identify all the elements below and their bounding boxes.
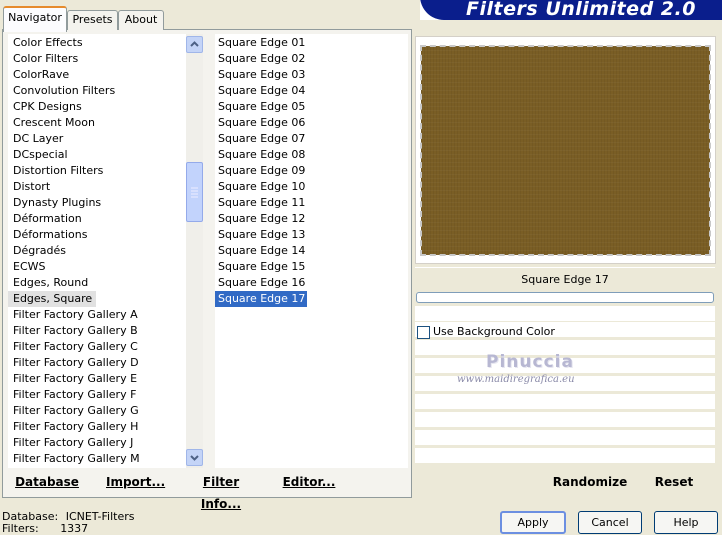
category-item[interactable]: Dégradés: [8, 243, 186, 259]
tab-about[interactable]: About: [118, 10, 164, 30]
reset-button[interactable]: Reset: [650, 471, 698, 493]
filter-item[interactable]: Square Edge 13: [215, 227, 408, 243]
app-title: Filters Unlimited 2.0: [466, 0, 696, 20]
filter-item[interactable]: Square Edge 17: [215, 291, 308, 307]
scroll-up-button[interactable]: [186, 36, 203, 53]
category-item[interactable]: Déformation: [8, 211, 186, 227]
filter-item[interactable]: Square Edge 10: [215, 179, 408, 195]
randomize-button[interactable]: Randomize: [552, 471, 628, 493]
filter-name-label: Square Edge 17: [415, 267, 715, 291]
cancel-button[interactable]: Cancel: [578, 511, 642, 534]
category-item[interactable]: Filter Factory Gallery H: [8, 419, 186, 435]
filter-item[interactable]: Square Edge 07: [215, 131, 408, 147]
filter-item[interactable]: Square Edge 01: [215, 35, 408, 51]
filter-item[interactable]: Square Edge 04: [215, 83, 408, 99]
category-item[interactable]: Déformations: [8, 227, 186, 243]
tab-presets[interactable]: Presets: [67, 10, 118, 30]
category-item[interactable]: Color Filters: [8, 51, 186, 67]
category-item[interactable]: Filter Factory Gallery J: [8, 435, 186, 451]
category-item[interactable]: Filter Factory Gallery M: [8, 451, 186, 467]
grip-icon: [191, 187, 198, 198]
use-background-color-checkbox[interactable]: [417, 326, 430, 339]
category-item[interactable]: Distort: [8, 179, 186, 195]
option-row: [415, 448, 715, 464]
category-item[interactable]: DCspecial: [8, 147, 186, 163]
category-item[interactable]: Distortion Filters: [8, 163, 186, 179]
database-button[interactable]: Database: [14, 471, 80, 493]
option-row: [415, 394, 715, 410]
category-item[interactable]: Filter Factory Gallery D: [8, 355, 186, 371]
filter-info-button[interactable]: Filter Info...: [186, 471, 256, 511]
category-item[interactable]: Filter Factory Gallery A: [8, 307, 186, 323]
filter-item[interactable]: Square Edge 05: [215, 99, 408, 115]
option-row: [415, 430, 715, 446]
category-item[interactable]: Dynasty Plugins: [8, 195, 186, 211]
editor-button[interactable]: Editor...: [282, 471, 336, 493]
filter-item[interactable]: Square Edge 16: [215, 275, 408, 291]
progress-bar: [416, 292, 714, 303]
filter-item[interactable]: Square Edge 08: [215, 147, 408, 163]
category-list[interactable]: Color Effects Color Filters ColorRave Convo…: [8, 34, 186, 468]
category-scrollbar[interactable]: [186, 34, 203, 468]
tab-navigator[interactable]: Navigator: [3, 6, 67, 32]
category-item[interactable]: Convolution Filters: [8, 83, 186, 99]
help-button[interactable]: Help: [654, 511, 718, 534]
category-item[interactable]: ColorRave: [8, 67, 186, 83]
category-item[interactable]: Filter Factory Gallery B: [8, 323, 186, 339]
chevron-down-icon: [190, 455, 199, 461]
category-item[interactable]: Edges, Round: [8, 275, 186, 291]
filter-item[interactable]: Square Edge 09: [215, 163, 408, 179]
filters-count-value: 1337: [60, 522, 89, 535]
import-button[interactable]: Import...: [106, 471, 165, 493]
watermark-name: Pinuccia: [486, 352, 574, 372]
filters-count-label: Filters:: [2, 522, 39, 535]
category-item[interactable]: Filter Factory Gallery E: [8, 371, 186, 387]
category-item[interactable]: DC Layer: [8, 131, 186, 147]
filter-item[interactable]: Square Edge 06: [215, 115, 408, 131]
filters-count: Filters: 1337: [2, 523, 88, 535]
watermark-url: www.maidiregrafica.eu: [457, 374, 575, 385]
scroll-thumb[interactable]: [186, 162, 203, 222]
filter-list[interactable]: Square Edge 01 Square Edge 02 Square Edge …: [215, 34, 408, 468]
option-row: [415, 412, 715, 428]
filter-item[interactable]: Square Edge 14: [215, 243, 408, 259]
use-background-color-label: Use Background Color: [433, 325, 555, 338]
category-item[interactable]: ECWS: [8, 259, 186, 275]
filter-item[interactable]: Square Edge 02: [215, 51, 408, 67]
category-item[interactable]: Color Effects: [8, 35, 186, 51]
preview-image: [420, 45, 711, 256]
category-item[interactable]: Filter Factory Gallery F: [8, 387, 186, 403]
filter-item[interactable]: Square Edge 15: [215, 259, 408, 275]
apply-button[interactable]: Apply: [500, 511, 566, 534]
category-item[interactable]: CPK Designs: [8, 99, 186, 115]
category-item[interactable]: Crescent Moon: [8, 115, 186, 131]
chevron-up-icon: [190, 41, 199, 47]
category-item[interactable]: Edges, Square: [8, 291, 97, 307]
filter-item[interactable]: Square Edge 03: [215, 67, 408, 83]
category-item[interactable]: Filter Factory Gallery C: [8, 339, 186, 355]
filter-item[interactable]: Square Edge 11: [215, 195, 408, 211]
filter-item[interactable]: Square Edge 12: [215, 211, 408, 227]
option-row: [415, 306, 715, 322]
category-item[interactable]: Filter Factory Gallery G: [8, 403, 186, 419]
scroll-down-button[interactable]: [186, 449, 203, 466]
